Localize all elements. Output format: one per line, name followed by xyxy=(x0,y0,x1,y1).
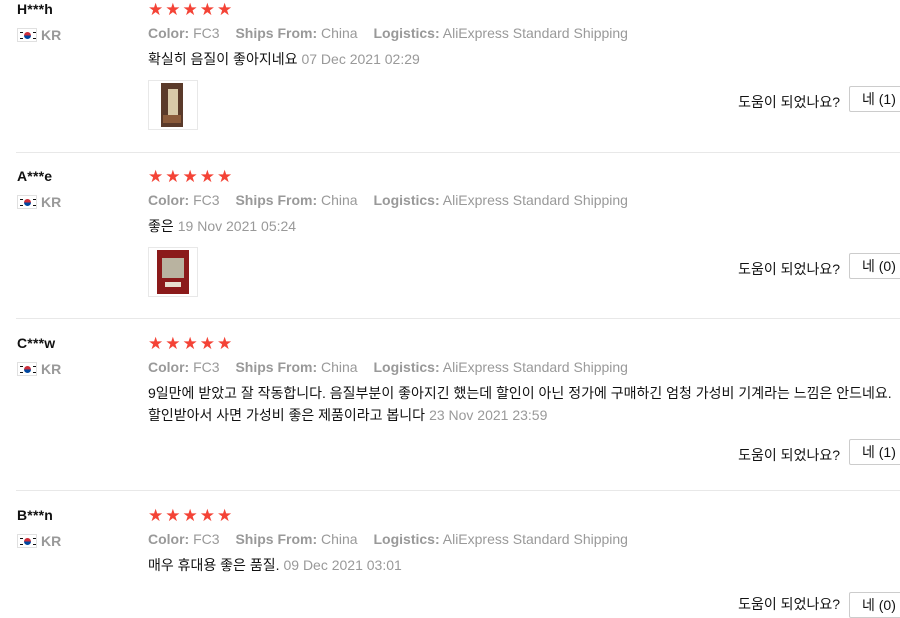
review-text: 좋은 19 Nov 2021 05:24 xyxy=(148,218,297,234)
review-date: 23 Nov 2021 23:59 xyxy=(429,407,548,423)
review-photo-thumbnail[interactable] xyxy=(148,247,198,297)
star-rating: ★★★★★ xyxy=(148,334,235,353)
helpful-yes-button[interactable]: 네 (1) xyxy=(849,86,900,112)
helpful-question: 도움이 되었나요? xyxy=(738,94,840,110)
review-meta: Color: FC3 Ships From: China Logistics: … xyxy=(148,25,628,41)
reviewer-country: KR xyxy=(17,194,61,210)
korea-flag-icon xyxy=(17,28,37,42)
korea-flag-icon xyxy=(17,195,37,209)
review-divider xyxy=(16,152,900,153)
helpful-yes-button[interactable]: 네 (0) xyxy=(849,253,900,279)
review-meta: Color: FC3 Ships From: China Logistics: … xyxy=(148,192,628,208)
korea-flag-icon xyxy=(17,362,37,376)
helpful-question: 도움이 되었나요? xyxy=(738,261,840,277)
review-divider xyxy=(16,490,900,491)
review-text: 확실히 음질이 좋아지네요 07 Dec 2021 02:29 xyxy=(148,51,420,67)
review-meta: Color: FC3 Ships From: China Logistics: … xyxy=(148,531,628,547)
helpful-question: 도움이 되었나요? xyxy=(738,447,840,463)
country-code: KR xyxy=(41,194,62,210)
helpful-question: 도움이 되었나요? xyxy=(738,596,840,612)
star-rating: ★★★★★ xyxy=(148,506,235,525)
reviewer-country: KR xyxy=(17,533,61,549)
review-date: 19 Nov 2021 05:24 xyxy=(177,218,297,234)
review-photo-thumbnail[interactable] xyxy=(148,80,198,130)
reviewer-name: B***n xyxy=(17,507,54,523)
review-text: 9일만에 받았고 잘 작동합니다. 음질부분이 좋아지긴 했는데 할인이 아닌 … xyxy=(148,385,892,423)
reviewer-name: H***h xyxy=(17,1,54,17)
review-date: 09 Dec 2021 03:01 xyxy=(283,557,402,573)
country-code: KR xyxy=(41,27,62,43)
reviewer-name: C***w xyxy=(17,335,56,351)
review-meta: Color: FC3 Ships From: China Logistics: … xyxy=(148,359,628,375)
country-code: KR xyxy=(41,533,62,549)
reviewer-name: A***e xyxy=(17,168,53,184)
reviewer-country: KR xyxy=(17,361,61,377)
reviewer-country: KR xyxy=(17,27,61,43)
star-rating: ★★★★★ xyxy=(148,167,235,186)
korea-flag-icon xyxy=(17,534,37,548)
review-text: 매우 휴대용 좋은 품질. 09 Dec 2021 03:01 xyxy=(148,557,402,573)
review-divider xyxy=(16,318,900,319)
helpful-yes-button[interactable]: 네 (1) xyxy=(849,439,900,465)
star-rating: ★★★★★ xyxy=(148,0,235,19)
helpful-yes-button[interactable]: 네 (0) xyxy=(849,592,900,618)
country-code: KR xyxy=(41,361,62,377)
review-date: 07 Dec 2021 02:29 xyxy=(301,51,420,67)
